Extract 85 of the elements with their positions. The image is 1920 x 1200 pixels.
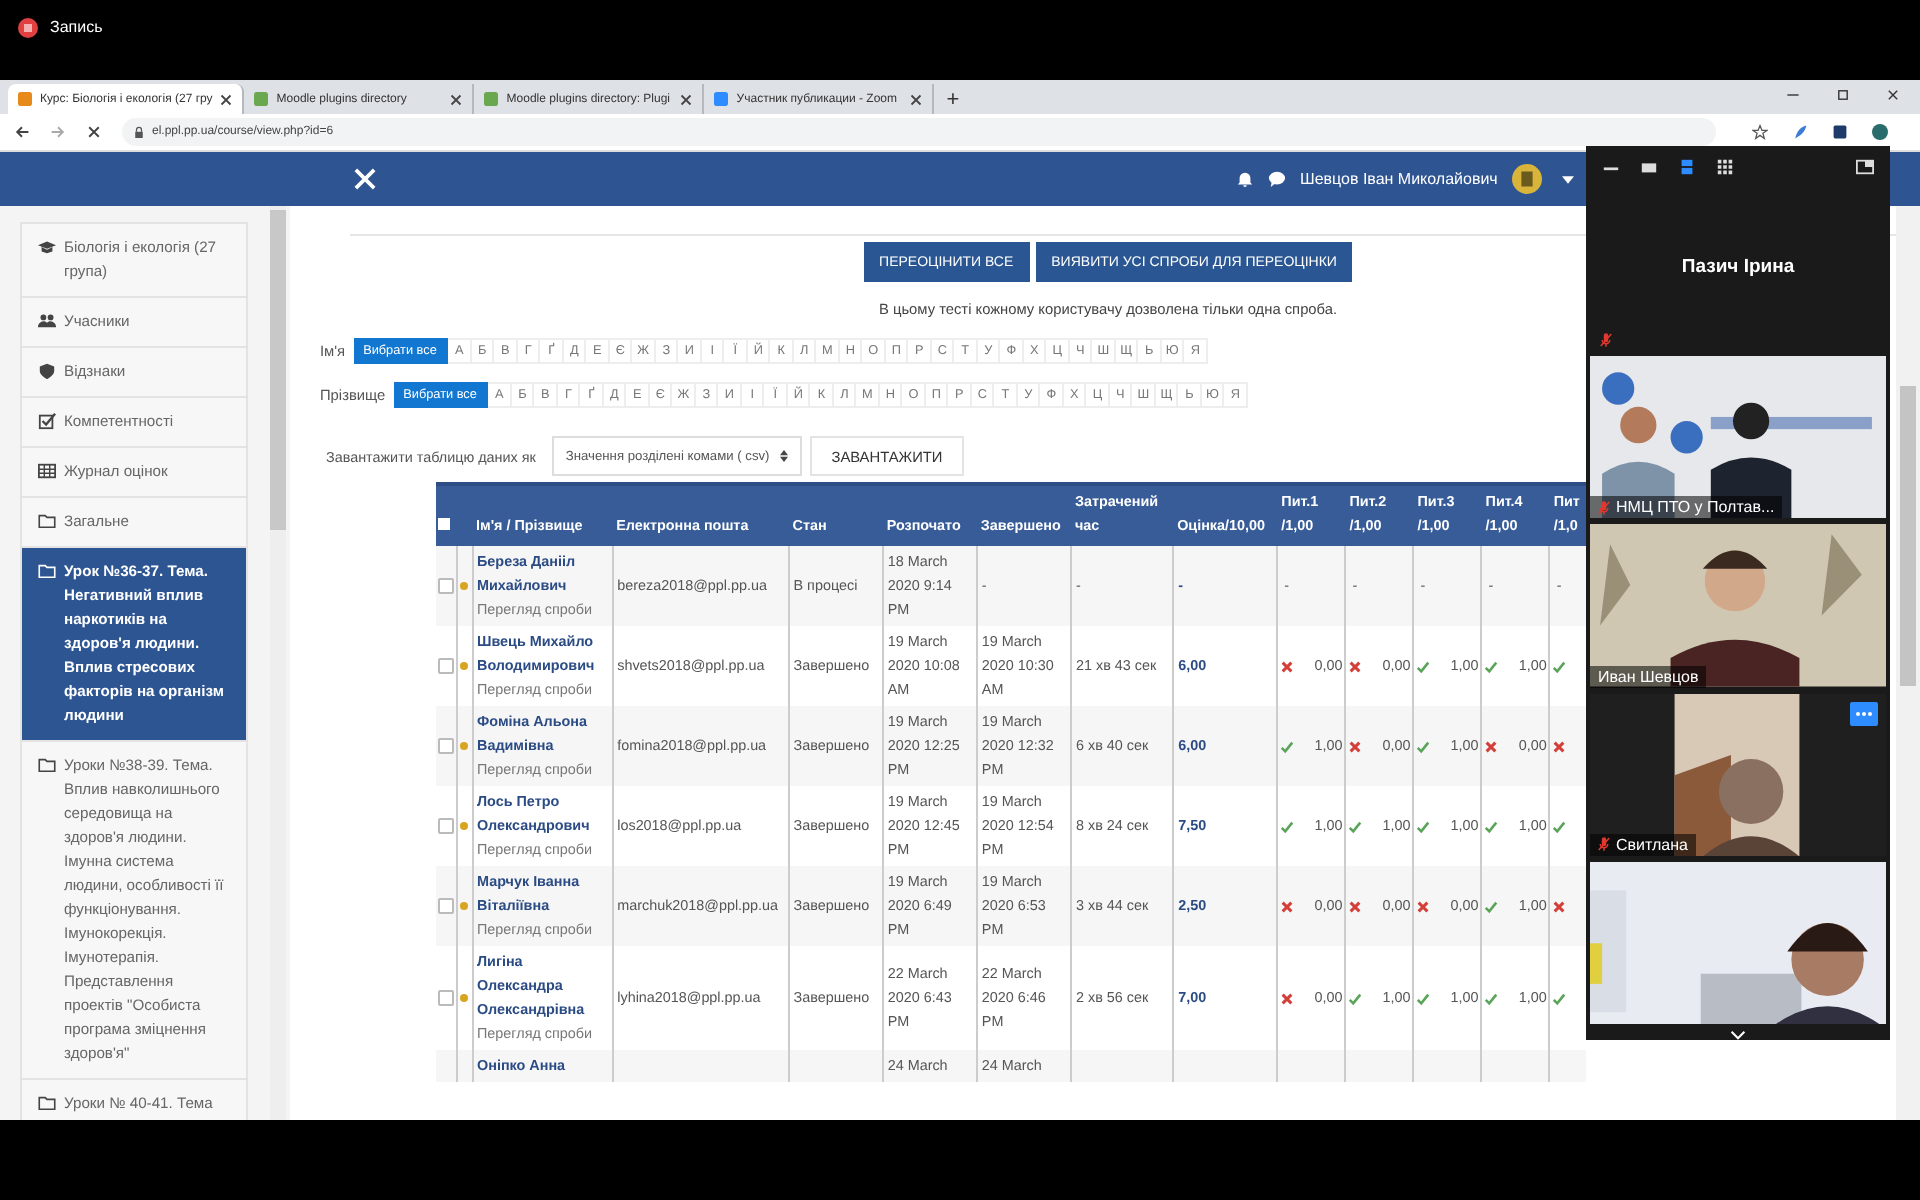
new-tab-button[interactable]: + [934,88,972,114]
check-icon [1484,659,1499,673]
dot-icon [460,582,469,590]
speaker-name: Пазич Ірина [1681,255,1795,278]
close-icon[interactable] [910,93,923,105]
participant-name: НМЦ ПТО у Полтав... [1616,498,1775,517]
lock-icon [134,125,144,139]
scrollbar[interactable] [1896,206,1920,1120]
table-icon [38,462,56,480]
cross-icon [1552,739,1567,753]
scrollbar[interactable] [270,206,286,1120]
check-icon [1552,659,1567,673]
chevron-down-icon[interactable] [1730,1030,1746,1041]
close-icon[interactable] [220,93,233,105]
check-icon [1348,991,1363,1005]
site-icon [484,92,499,106]
cross-icon [1348,899,1363,913]
single-view-icon[interactable] [1640,158,1658,177]
close-icon[interactable] [680,93,693,105]
exit-panel-icon[interactable] [1856,158,1874,177]
check-icon [1416,739,1431,753]
check-icon [1552,819,1567,833]
row-checkbox[interactable] [438,578,454,594]
record-icon [18,18,38,38]
check-icon [1416,991,1431,1005]
check-icon [1484,991,1499,1005]
row-checkbox[interactable] [438,738,454,754]
cross-icon [1552,899,1567,913]
cross-icon [1280,659,1295,673]
cross-icon [1280,991,1295,1005]
check-icon [1484,819,1499,833]
row-checkbox[interactable] [438,818,454,834]
check-icon [1552,991,1567,1005]
check-icon [1280,739,1295,753]
avatar-icon[interactable] [1511,164,1542,194]
close-icon[interactable] [450,93,463,105]
dot-icon [460,662,469,670]
checkbox-icon [38,412,56,430]
site-icon [254,92,269,106]
dot-icon [460,902,469,910]
star-icon[interactable] [1752,124,1768,140]
bell-icon[interactable] [1236,170,1254,188]
users-icon [38,312,56,330]
shield-icon [38,362,56,380]
cross-icon [1280,899,1295,913]
feather-icon[interactable] [1792,124,1808,140]
row-checkbox[interactable] [438,990,454,1006]
back-icon[interactable] [14,124,30,140]
sort-caret-icon [779,450,788,462]
folder-icon [38,512,56,530]
folder-icon [38,1094,56,1112]
check-icon [1484,899,1499,913]
grid-view-icon[interactable] [1716,158,1734,177]
cross-icon [1416,899,1431,913]
close-icon[interactable] [1886,87,1900,101]
site-icon [18,92,32,106]
select-all-checkbox[interactable] [438,518,450,530]
profile-icon[interactable] [1872,124,1888,140]
cross-icon [1484,739,1499,753]
site-icon [714,92,729,106]
speaker-view-icon[interactable] [1678,158,1696,177]
chat-icon[interactable] [1268,170,1286,188]
dot-icon [460,994,469,1002]
user-name[interactable]: Шевцов Іван Миколайович [1300,170,1498,188]
caret-icon[interactable] [1561,175,1574,183]
extension-icon[interactable] [1832,124,1848,140]
participant-name: Свитлана [1616,835,1688,854]
check-icon [1416,819,1431,833]
row-checkbox[interactable] [438,898,454,914]
check-icon [1416,659,1431,673]
cross-icon [1348,739,1363,753]
dot-icon [460,742,469,750]
more-options-icon[interactable] [1850,701,1878,726]
dot-icon [460,822,469,830]
check-icon [1280,819,1295,833]
folder-icon [38,756,56,774]
stop-icon[interactable] [86,124,102,140]
folder-icon [38,562,56,580]
check-icon [1348,819,1363,833]
participant-name: Иван Шевцов [1598,667,1699,686]
restore-icon[interactable] [1836,87,1850,101]
recording-label: Запись [50,16,103,40]
graduation-cap-icon [38,238,56,256]
row-checkbox[interactable] [438,658,454,674]
cross-icon [1348,659,1363,673]
